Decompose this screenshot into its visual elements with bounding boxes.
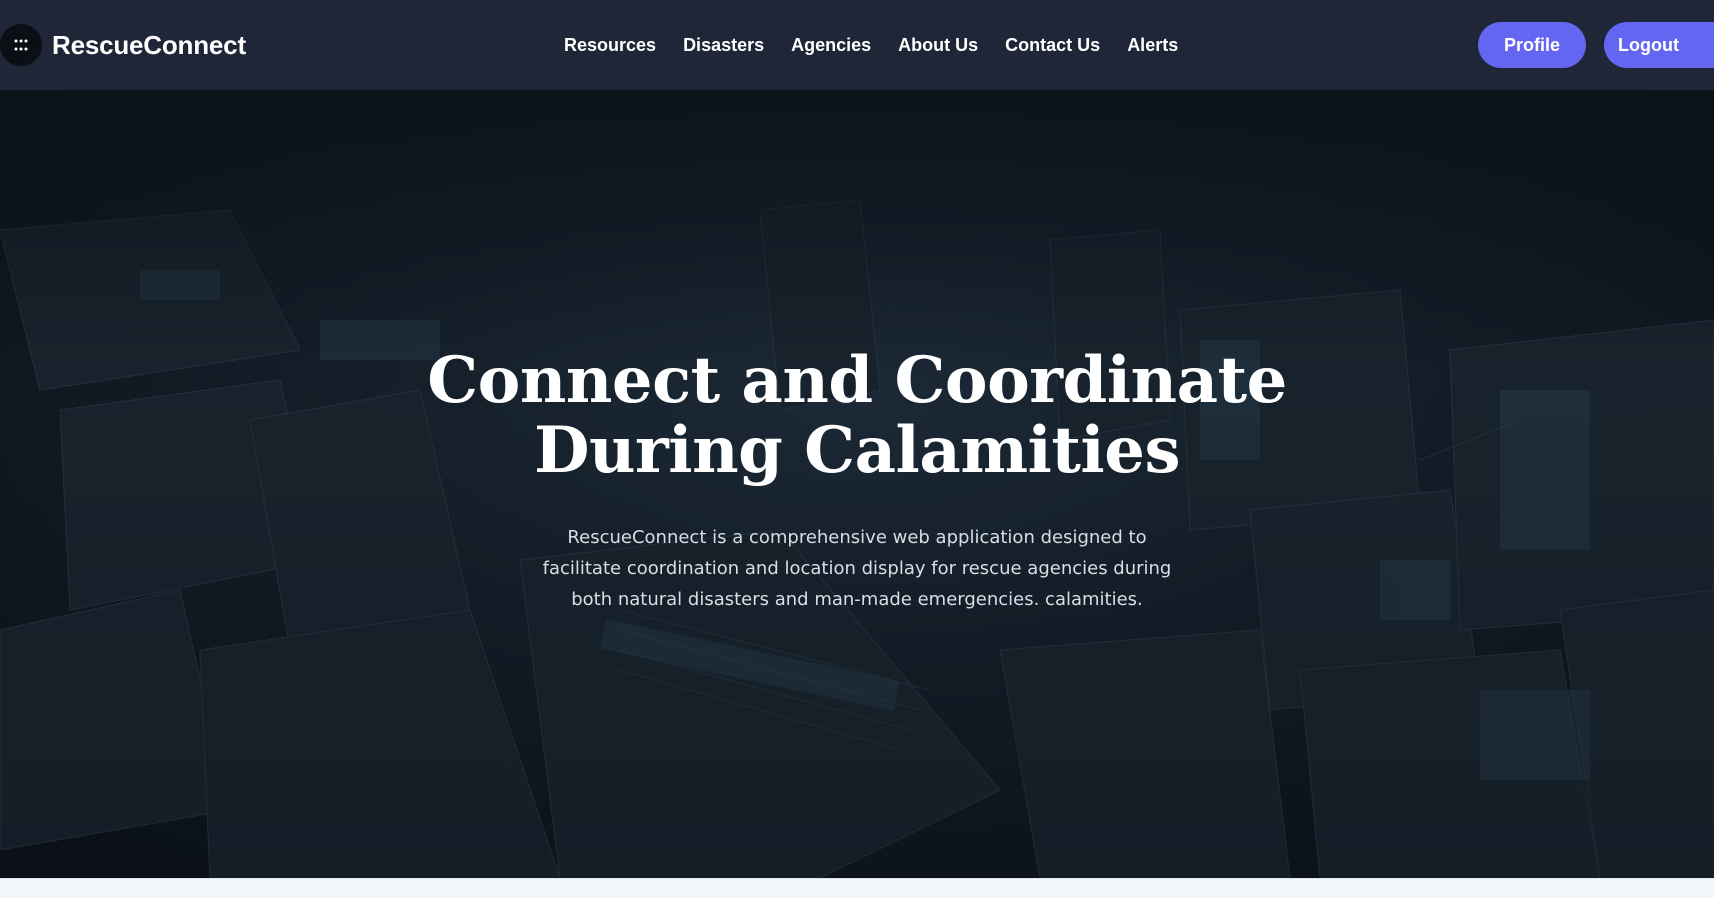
hero-section: Connect and Coordinate During Calamities… [0, 90, 1714, 878]
hero-title-line-2: During Calamities [534, 413, 1180, 488]
nav-link-resources[interactable]: Resources [564, 35, 656, 56]
nav-link-alerts[interactable]: Alerts [1127, 35, 1178, 56]
nav-link-disasters[interactable]: Disasters [683, 35, 764, 56]
hero-description: RescueConnect is a comprehensive web app… [542, 527, 1172, 610]
logout-button[interactable]: Logout [1604, 22, 1714, 68]
hero-title-line-1: Connect and Coordinate [427, 343, 1287, 418]
brand-name[interactable]: RescueConnect [52, 30, 246, 61]
hero-title: Connect and Coordinate During Calamities [357, 346, 1357, 486]
nav-link-contact-us[interactable]: Contact Us [1005, 35, 1100, 56]
top-navbar: RescueConnect Resources Disasters Agenci… [0, 0, 1714, 90]
nav-link-agencies[interactable]: Agencies [791, 35, 871, 56]
hero-content: Connect and Coordinate During Calamities… [0, 90, 1714, 878]
brand[interactable]: RescueConnect [0, 0, 246, 90]
profile-button[interactable]: Profile [1478, 22, 1586, 68]
nav-actions: Profile Logout [1478, 0, 1714, 90]
main-nav: Resources Disasters Agencies About Us Co… [564, 0, 1205, 90]
grid-dots-icon[interactable] [0, 24, 42, 66]
page-bottom-strip [0, 878, 1714, 898]
nav-link-about-us[interactable]: About Us [898, 35, 978, 56]
